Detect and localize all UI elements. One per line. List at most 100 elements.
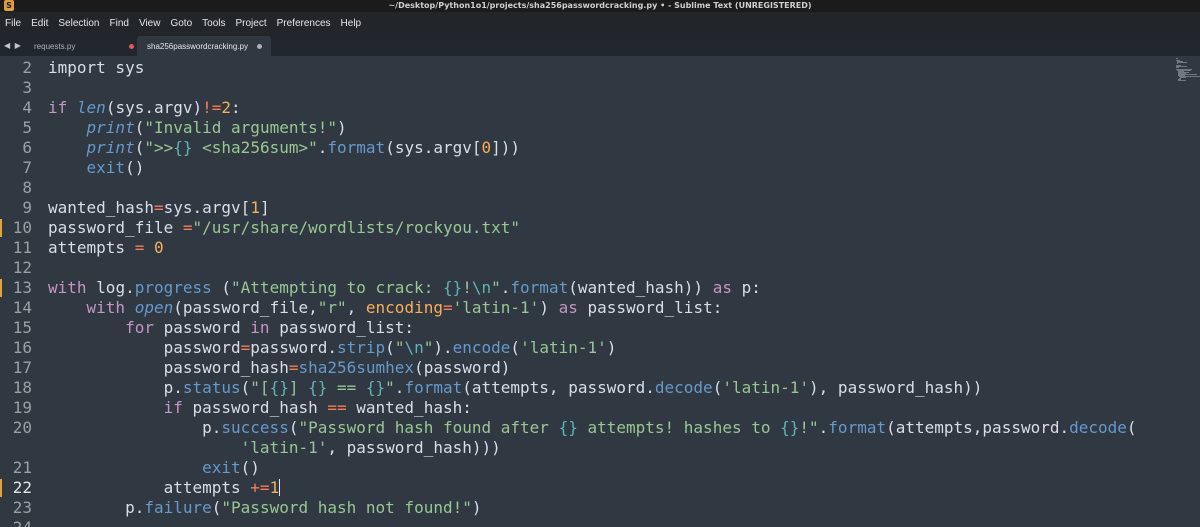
code-token: password.: [250, 338, 337, 357]
code-token: ": [423, 338, 434, 357]
window-title: ~/Desktop/Python1o1/projects/sha256passw…: [388, 1, 812, 10]
code-token: attempts: [48, 478, 251, 497]
code-line[interactable]: p.failure("Password hash not found!"): [48, 498, 482, 518]
code-token: =: [182, 218, 193, 237]
code-line[interactable]: exit(): [48, 158, 145, 178]
code-token: encoding: [365, 298, 443, 317]
code-token: p.: [48, 378, 183, 397]
code-token: ]: [259, 198, 270, 217]
code-token: !=: [202, 98, 222, 117]
code-token: (attempts, password.: [462, 378, 655, 397]
code-line[interactable]: password_hash=sha256sumhex(password): [48, 358, 511, 378]
code-token: ): [471, 498, 482, 517]
menu-selection[interactable]: Selection: [53, 12, 104, 36]
code-line[interactable]: p.success("Password hash found after {} …: [48, 418, 1136, 438]
code-line[interactable]: print(">>{} <sha256sum>".format(sys.argv…: [48, 138, 521, 158]
menu-file[interactable]: File: [0, 12, 26, 36]
tab-bar: ◀ ▶ requests.py sha256passwordcracking.p…: [0, 36, 1200, 56]
line-number-gutter: 23456789101112131415161718192021222324: [0, 56, 44, 527]
code-token: wanted_hash: [48, 198, 154, 217]
code-token: 1: [269, 478, 280, 497]
code-token: ), password_hash)): [809, 378, 983, 397]
tab-sha256passwordcracking[interactable]: sha256passwordcracking.py: [137, 36, 271, 56]
code-token: password_list:: [577, 298, 723, 317]
code-token: \n: [471, 278, 492, 297]
code-token: "Password hash found after: [298, 418, 559, 437]
code-token: p.: [48, 418, 222, 437]
code-token: exit: [202, 458, 241, 477]
code-token: =: [134, 238, 145, 257]
menu-preferences[interactable]: Preferences: [272, 12, 336, 36]
line-number: 2: [22, 58, 32, 77]
code-token: password_hash: [192, 398, 328, 417]
menu-help[interactable]: Help: [336, 12, 367, 36]
line-number: 24: [0, 518, 32, 527]
code-token: 1: [250, 198, 260, 217]
code-line[interactable]: if len(sys.argv)!=2:: [48, 98, 241, 118]
tab-nav-arrows-icon[interactable]: ◀ ▶: [4, 36, 22, 56]
code-token: print: [86, 118, 135, 137]
code-token: "r": [317, 298, 347, 317]
code-line[interactable]: with log.progress ("Attempting to crack:…: [48, 278, 761, 298]
title-bar: S ~/Desktop/Python1o1/projects/sha256pas…: [0, 0, 1200, 12]
code-line[interactable]: print("Invalid arguments!"): [48, 118, 347, 138]
line-number: 21: [12, 458, 32, 477]
code-line[interactable]: import sys: [48, 58, 144, 78]
code-token: "Attempting to crack:: [231, 278, 443, 297]
menu-tools[interactable]: Tools: [197, 12, 230, 36]
menu-view[interactable]: View: [134, 12, 166, 36]
line-number: 23: [12, 498, 32, 517]
code-token: len: [76, 98, 106, 117]
line-number: 14: [12, 298, 32, 317]
code-line[interactable]: wanted_hash=sys.argv[1]: [48, 198, 270, 218]
code-token: {}: [269, 378, 289, 397]
code-token: as: [712, 278, 732, 297]
code-token: .: [394, 378, 405, 397]
menu-edit[interactable]: Edit: [26, 12, 53, 36]
code-line[interactable]: 'latin-1', password_hash))): [48, 438, 501, 458]
menu-goto[interactable]: Goto: [165, 12, 197, 36]
code-line[interactable]: exit(): [48, 458, 260, 478]
code-line[interactable]: with open(password_file,"r", encoding='l…: [48, 298, 723, 318]
minimap-line: [1176, 62, 1187, 63]
code-token: (password): [414, 358, 511, 377]
code-token: format: [828, 418, 887, 437]
code-line[interactable]: password_file ="/usr/share/wordlists/roc…: [48, 218, 520, 238]
code-token: (attempts,password.: [886, 418, 1070, 437]
code-token: , password_hash))): [327, 438, 501, 457]
code-token: log.: [96, 278, 135, 297]
code-token: status: [182, 378, 241, 397]
code-token: ": [385, 378, 395, 397]
code-line[interactable]: attempts +=1: [48, 478, 281, 498]
code-token: password_file: [48, 218, 183, 237]
code-token: as: [558, 298, 578, 317]
code-token: ): [606, 338, 617, 357]
code-line[interactable]: for password in password_list:: [48, 318, 414, 338]
code-line[interactable]: p.status("[{}] {} == {}".format(attempts…: [48, 378, 983, 398]
code-token: attempts! hashes to: [577, 418, 781, 437]
menu-project[interactable]: Project: [231, 12, 272, 36]
code-token: =: [240, 338, 251, 357]
modified-dot-icon[interactable]: [129, 43, 134, 49]
code-token: attempts: [48, 238, 135, 257]
minimap[interactable]: [1176, 56, 1200, 86]
code-token: with: [86, 298, 135, 317]
code-token: ==: [327, 378, 366, 397]
code-token: ": [394, 338, 405, 357]
code-token: (: [385, 338, 395, 357]
line-number: 6: [22, 138, 32, 157]
line-number: 7: [22, 158, 32, 177]
code-line[interactable]: attempts = 0: [48, 238, 164, 258]
code-line[interactable]: if password_hash == wanted_hash:: [48, 398, 472, 418]
minimap-line: [1176, 58, 1179, 59]
code-token: wanted_hash:: [346, 398, 472, 417]
modified-line-marker: [0, 479, 2, 497]
menu-find[interactable]: Find: [105, 12, 134, 36]
code-line[interactable]: password=password.strip("\n").encode('la…: [48, 338, 617, 358]
code-token: (: [134, 138, 145, 157]
modified-dot-icon[interactable]: [257, 43, 262, 49]
line-number: 18: [12, 378, 32, 397]
tab-requests[interactable]: requests.py: [22, 36, 136, 56]
code-editor[interactable]: 23456789101112131415161718192021222324 i…: [0, 56, 1200, 527]
